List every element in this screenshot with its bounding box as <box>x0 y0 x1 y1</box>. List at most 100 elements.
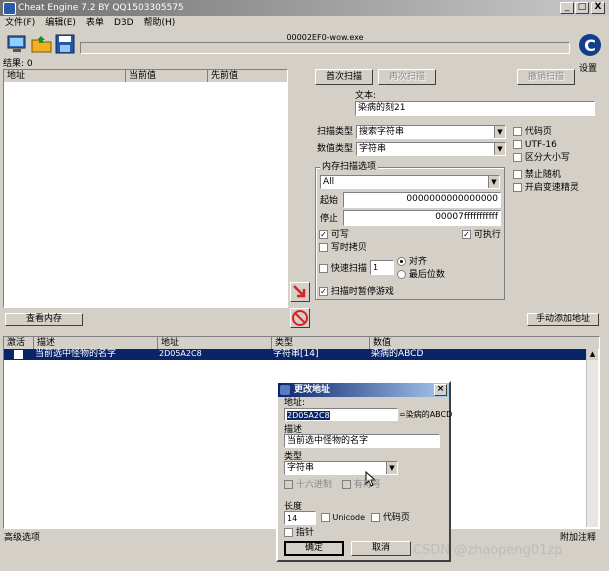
fast-scan-option[interactable]: 快速扫描 <box>319 263 367 275</box>
results-column-current[interactable]: 当前值 <box>126 70 208 82</box>
results-column-previous[interactable]: 先前值 <box>208 70 287 82</box>
table-extras[interactable]: 附加注释 <box>560 532 596 544</box>
dialog-signed-option[interactable]: 有符号 <box>342 479 381 491</box>
row-value: 染病的ABCD <box>371 349 424 359</box>
maximize-button[interactable]: □ <box>575 2 589 14</box>
advanced-options[interactable]: 高级选项 <box>4 532 40 544</box>
no-random-checkbox[interactable] <box>513 170 522 179</box>
dialog-pointer-label: 指针 <box>295 528 314 538</box>
pause-game-option[interactable]: ✓ 扫描时暂停游戏 <box>319 286 394 298</box>
align-option[interactable]: 对齐 <box>397 256 427 268</box>
add-to-list-button[interactable] <box>290 282 310 302</box>
menu-table[interactable]: 表单 <box>86 16 104 30</box>
speedhack-option[interactable]: 开启变速精灵 <box>513 182 579 194</box>
row-type: 字符串[14] <box>273 349 319 359</box>
stop-label: 停止 <box>320 214 339 224</box>
dialog-title-bar[interactable]: 更改地址 × <box>278 383 449 397</box>
dialog-codepage-checkbox[interactable] <box>371 513 380 522</box>
save-button[interactable] <box>55 34 75 54</box>
dialog-description-input[interactable]: 当前选中怪物的名字 <box>284 434 440 448</box>
align-radio[interactable] <box>397 257 406 266</box>
pause-game-checkbox[interactable]: ✓ <box>319 287 328 296</box>
dialog-pointer-option[interactable]: 指针 <box>284 527 314 539</box>
stop-address-input[interactable]: 00007fffffffffff <box>343 210 501 226</box>
executable-checkbox[interactable]: ✓ <box>462 230 471 239</box>
window-title: Cheat Engine 7.2 BY QQ1503305575 <box>18 3 184 13</box>
value-type-label: 数值类型 <box>317 144 354 154</box>
memory-region-select[interactable]: All ▼ <box>320 175 500 189</box>
undo-scan-button[interactable]: 撤销扫描 <box>517 69 575 85</box>
codepage-option[interactable]: 代码页 <box>513 126 552 138</box>
writable-option[interactable]: ✓ 可写 <box>319 229 349 241</box>
last-digits-option[interactable]: 最后位数 <box>397 269 445 281</box>
dialog-ok-button[interactable]: 确定 <box>284 541 344 556</box>
table-scrollbar[interactable]: ▲ <box>586 349 598 527</box>
scan-text-input[interactable]: 染病的刻21 <box>355 101 595 116</box>
dialog-length-input[interactable]: 14 <box>284 511 316 525</box>
minimize-button[interactable]: _ <box>560 2 574 14</box>
results-column-address[interactable]: 地址 <box>4 70 126 82</box>
chevron-up-icon[interactable]: ▲ <box>587 349 598 360</box>
cheat-engine-logo-icon: C <box>579 34 601 56</box>
executable-option[interactable]: ✓ 可执行 <box>462 229 501 241</box>
utf16-checkbox[interactable] <box>513 140 522 149</box>
dialog-address-input[interactable]: 2D05A2C8 <box>284 408 398 421</box>
start-address-input[interactable]: 0000000000000000 <box>343 192 501 208</box>
dialog-hex-checkbox[interactable] <box>284 480 293 489</box>
align-label: 对齐 <box>408 257 427 267</box>
first-scan-button[interactable]: 首次扫描 <box>315 69 373 85</box>
speedhack-checkbox[interactable] <box>513 183 522 192</box>
settings-label[interactable]: 设置 <box>579 63 597 75</box>
dialog-signed-label: 有符号 <box>353 480 381 490</box>
value-type-select[interactable]: 字符串 ▼ <box>356 142 506 156</box>
scan-type-label: 扫描类型 <box>317 127 354 137</box>
utf16-label: UTF-16 <box>524 140 557 150</box>
dialog-cancel-button[interactable]: 取消 <box>351 541 411 556</box>
floppy-disk-icon <box>55 34 75 54</box>
clear-list-button[interactable] <box>290 308 310 328</box>
codepage-checkbox[interactable] <box>513 127 522 136</box>
last-digits-radio[interactable] <box>397 270 406 279</box>
add-address-manually-button[interactable]: 手动添加地址 <box>527 313 599 326</box>
menu-d3d[interactable]: D3D <box>114 16 134 30</box>
case-sensitive-checkbox[interactable] <box>513 153 522 162</box>
window-title-bar[interactable]: Cheat Engine 7.2 BY QQ1503305575 _ □ X <box>0 0 609 16</box>
next-scan-button[interactable]: 再次扫描 <box>378 69 436 85</box>
dialog-title: 更改地址 <box>294 385 331 395</box>
case-sensitive-option[interactable]: 区分大小写 <box>513 152 570 164</box>
fast-scan-checkbox[interactable] <box>319 264 328 273</box>
utf16-option[interactable]: UTF-16 <box>513 139 557 151</box>
close-button[interactable]: X <box>591 2 605 14</box>
dialog-unicode-checkbox[interactable] <box>321 513 330 522</box>
dialog-unicode-option[interactable]: Unicode <box>321 512 365 524</box>
table-row[interactable]: 当前选中怪物的名字 2D05A2C8 字符串[14] 染病的ABCD <box>4 349 586 360</box>
active-checkbox[interactable] <box>14 350 23 359</box>
dialog-close-button[interactable]: × <box>434 384 447 396</box>
open-file-button[interactable] <box>31 34 53 54</box>
menu-file[interactable]: 文件(F) <box>5 16 35 30</box>
copy-on-write-checkbox[interactable] <box>319 243 328 252</box>
row-description: 当前选中怪物的名字 <box>35 349 117 359</box>
fast-scan-alignment-input[interactable]: 1 <box>370 260 394 275</box>
dialog-signed-checkbox[interactable] <box>342 480 351 489</box>
dialog-hex-option[interactable]: 十六进制 <box>284 479 332 491</box>
menu-edit[interactable]: 编辑(E) <box>45 16 76 30</box>
menu-help[interactable]: 帮助(H) <box>144 16 176 30</box>
pause-game-label: 扫描时暂停游戏 <box>330 287 394 297</box>
copy-on-write-label: 写时拷贝 <box>330 243 367 253</box>
no-entry-icon <box>292 310 308 326</box>
scan-type-select[interactable]: 搜索字符串 ▼ <box>356 125 506 139</box>
results-list[interactable]: 地址 当前值 先前值 <box>3 69 288 308</box>
cheat-engine-logo[interactable]: C <box>578 32 602 60</box>
dialog-type-select[interactable]: 字符串 ▼ <box>284 461 398 475</box>
table-column-active[interactable]: 激活 <box>4 337 34 349</box>
memory-view-button[interactable]: 查看内存 <box>5 313 83 326</box>
start-label: 起始 <box>320 196 339 206</box>
writable-checkbox[interactable]: ✓ <box>319 230 328 239</box>
no-random-option[interactable]: 禁止随机 <box>513 169 561 181</box>
dialog-codepage-option[interactable]: 代码页 <box>371 512 410 524</box>
copy-on-write-option[interactable]: 写时拷贝 <box>319 242 367 254</box>
open-process-button[interactable] <box>6 34 28 54</box>
chevron-down-icon: ▼ <box>494 126 505 138</box>
dialog-pointer-checkbox[interactable] <box>284 528 293 537</box>
